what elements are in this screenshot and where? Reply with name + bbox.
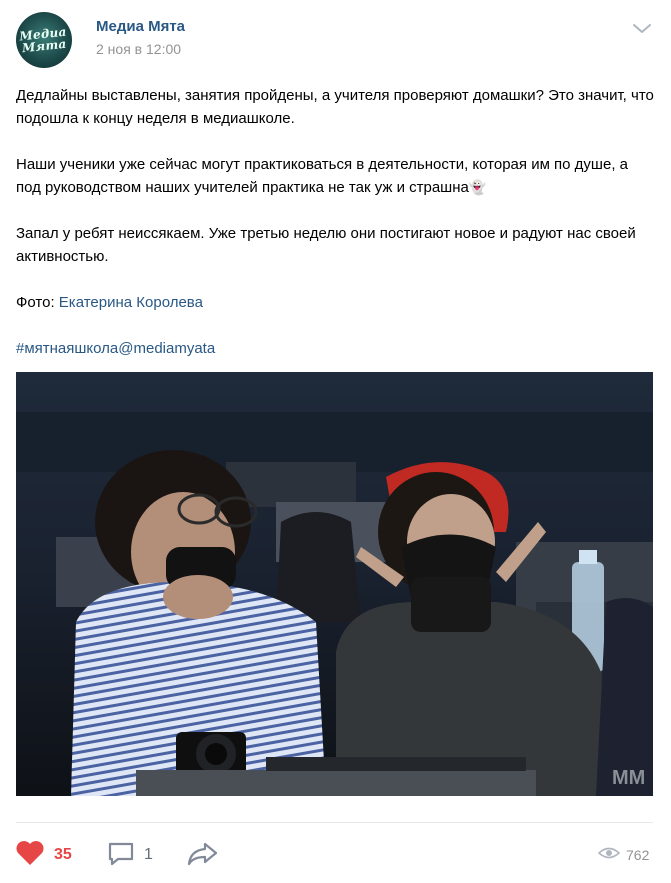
avatar[interactable]: Медиа Мята [16,12,72,68]
hashtag-line: #мятнаяшкола@mediamyata [16,337,656,360]
views-count: 762 [626,847,650,863]
photo-watermark: MM [612,767,645,789]
post-paragraph: Дедлайны выставлены, занятия пройдены, а… [16,87,654,127]
chevron-down-icon[interactable] [630,22,654,36]
post-paragraph: Наши ученики уже сейчас могут практикова… [16,156,628,196]
footer-divider [16,822,653,823]
photo-credit-link[interactable]: Екатерина Королева [59,294,203,311]
hashtag-link[interactable]: #мятнаяшкола@mediamyata [16,340,215,357]
post-paragraph: Запал у ребят неиссякаем. Уже третью нед… [16,225,636,265]
comment-count: 1 [144,846,153,863]
ghost-icon: 👻 [468,179,487,195]
heart-icon [14,839,46,872]
comment-button[interactable]: 1 [106,840,153,870]
author-name[interactable]: Медиа Мята [96,18,185,35]
share-icon [186,839,220,872]
views-counter: 762 [597,840,650,870]
post-date[interactable]: 2 ноя в 12:00 [96,41,181,57]
comment-icon [106,839,136,872]
like-button[interactable]: 35 [14,840,72,870]
eye-icon [597,846,621,865]
share-button[interactable] [186,840,220,870]
post-photo[interactable]: MM [16,372,653,796]
photo-credit: Фото: Екатерина Королева [16,294,203,311]
post-text: Дедлайны выставлены, занятия пройдены, а… [16,84,656,383]
wall-post: Медиа Мята Медиа Мята 2 ноя в 12:00 Дедл… [0,0,671,883]
like-count: 35 [54,846,72,863]
avatar-logo-text: Медиа Мята [19,24,68,56]
